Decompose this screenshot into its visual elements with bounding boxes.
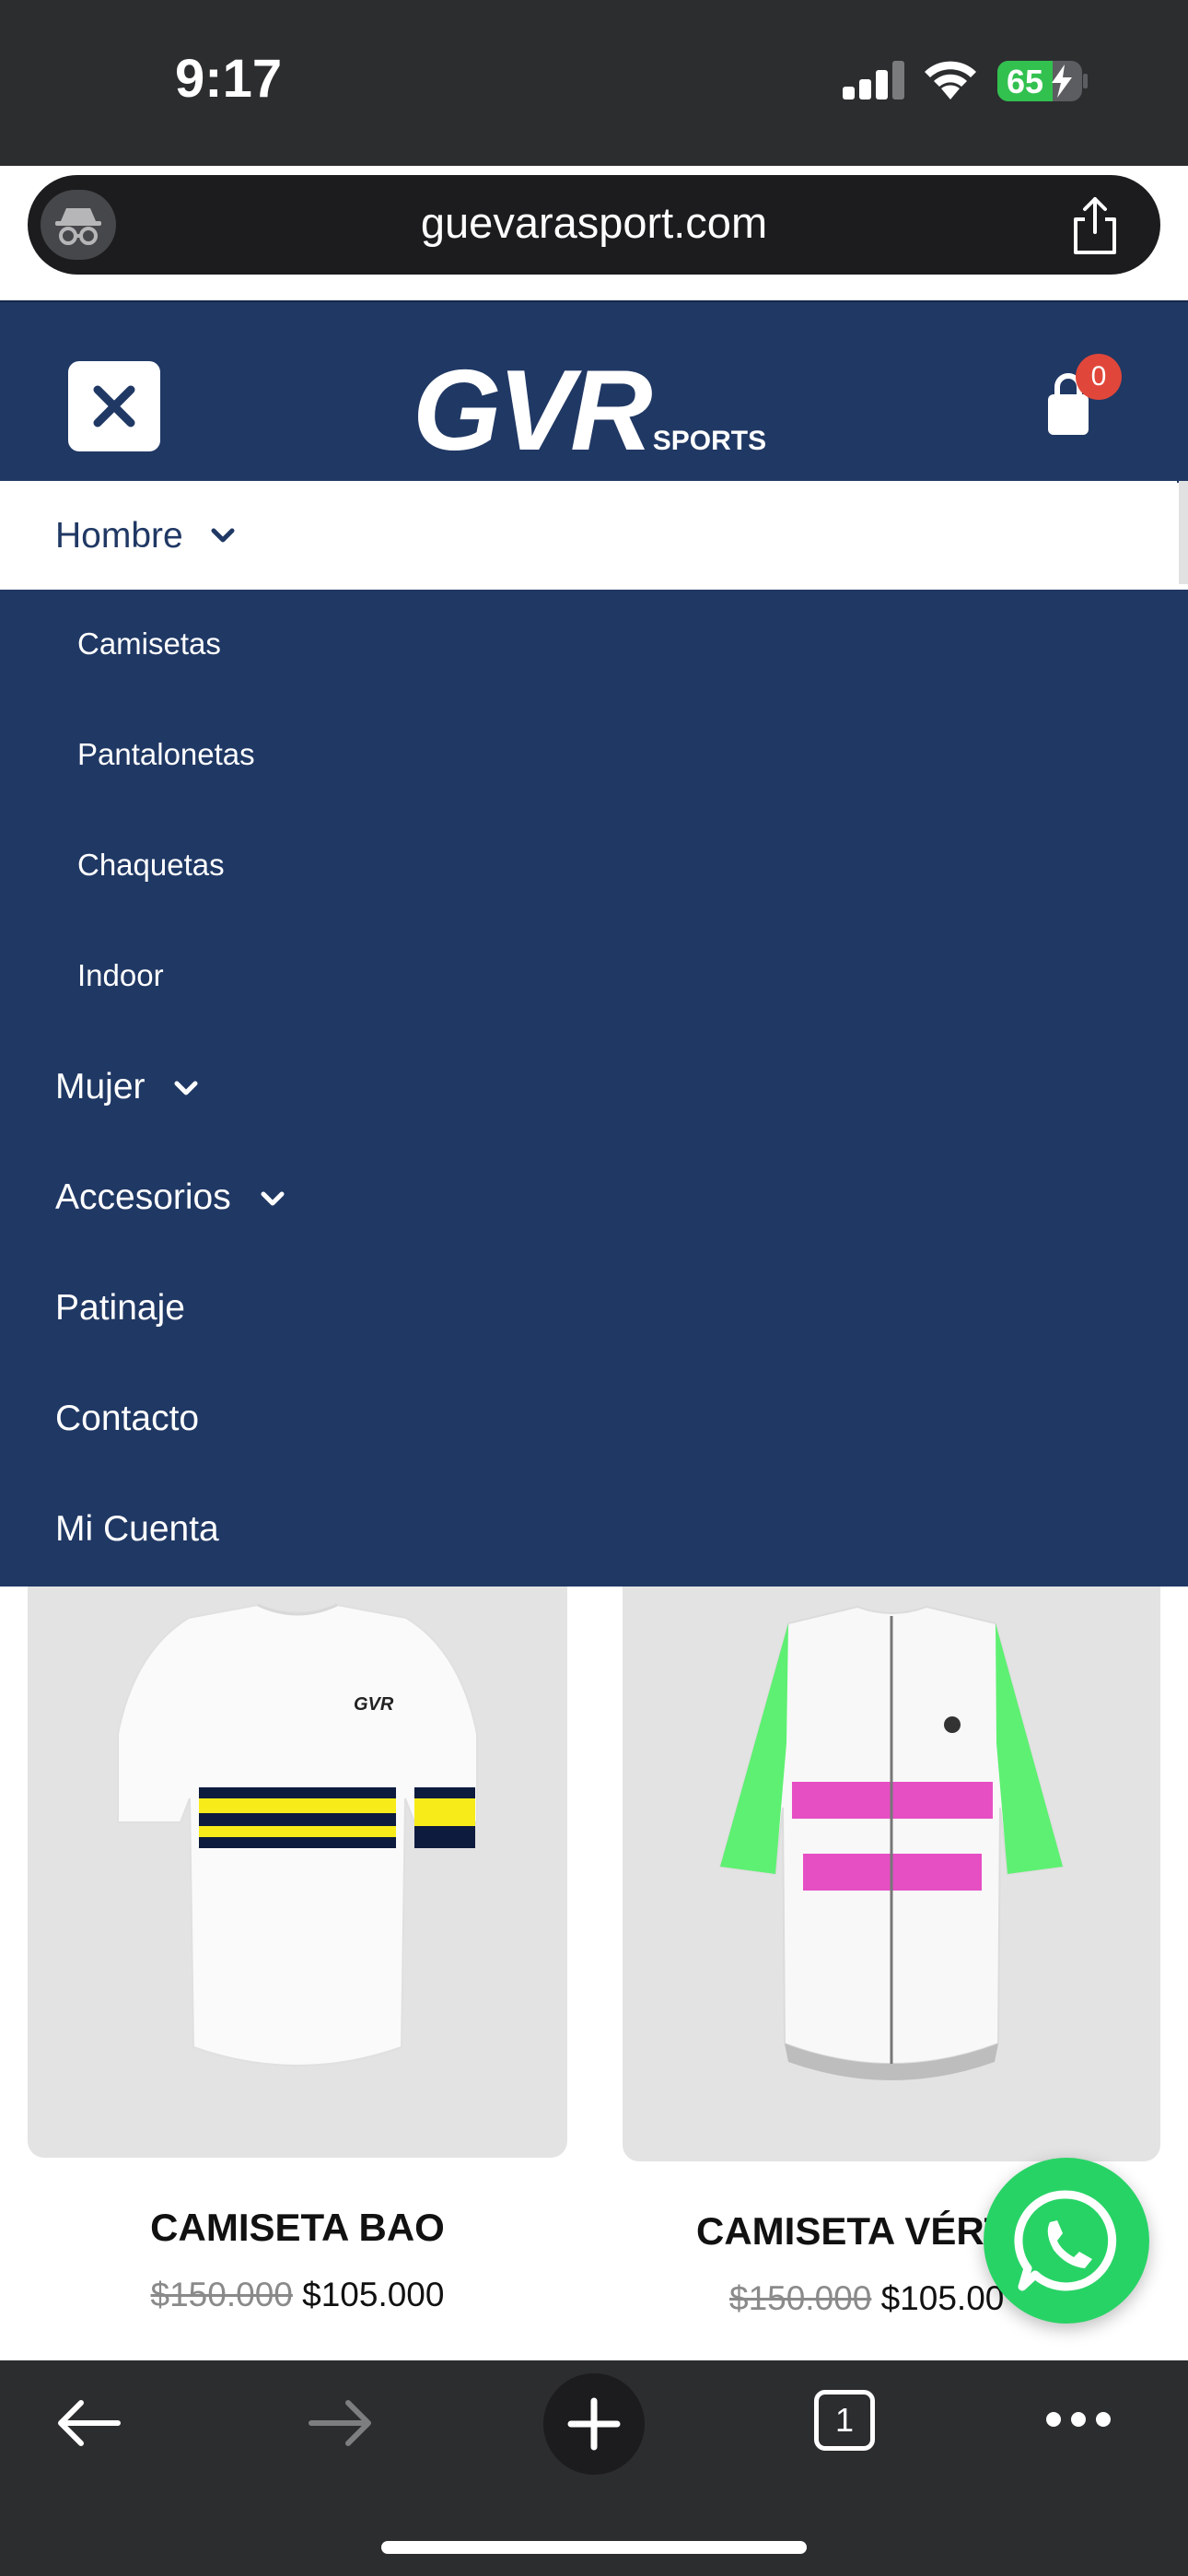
svg-text:GVR: GVR <box>354 1694 394 1715</box>
product-sale-price: $105.000 <box>302 2276 445 2313</box>
whatsapp-button[interactable] <box>984 2158 1149 2324</box>
submenu-item-pantalonetas[interactable]: Pantalonetas <box>77 737 255 772</box>
home-indicator <box>381 2541 807 2554</box>
menu-item-hombre-label: Hombre <box>55 516 183 556</box>
status-time: 9:17 <box>175 49 283 109</box>
logo-sub: SPORTS <box>652 426 767 456</box>
product-card-image[interactable] <box>623 1587 1160 2161</box>
plus-icon <box>567 2397 621 2451</box>
forward-arrow-icon[interactable] <box>306 2399 376 2447</box>
tabs-button[interactable]: 1 <box>814 2390 875 2451</box>
new-tab-button[interactable] <box>543 2373 645 2475</box>
submenu-item-indoor[interactable]: Indoor <box>77 958 164 993</box>
product-name[interactable]: CAMISETA BAO <box>28 2206 567 2250</box>
menu-item-mujer[interactable]: Mujer <box>55 1067 199 1107</box>
back-arrow-icon[interactable] <box>53 2399 123 2447</box>
jersey-image <box>718 1605 1065 2080</box>
signal-icon <box>843 59 904 100</box>
battery-percent: 65 <box>1007 63 1044 100</box>
more-icon[interactable] <box>1046 2412 1111 2427</box>
jersey-image: GVR <box>117 1603 478 2067</box>
cart-count-badge: 0 <box>1076 354 1122 400</box>
chevron-down-icon <box>211 528 235 543</box>
product-card-image[interactable]: GVR <box>28 1587 567 2158</box>
battery-cap <box>1083 74 1088 88</box>
product-old-price: $150.000 <box>150 2276 293 2313</box>
product-old-price: $150.000 <box>729 2279 872 2317</box>
tab-count: 1 <box>834 2401 855 2439</box>
submenu-item-chaquetas[interactable]: Chaquetas <box>77 848 225 883</box>
menu-item-patinaje[interactable]: Patinaje <box>55 1288 185 1329</box>
close-menu-button[interactable] <box>68 361 160 451</box>
menu-item-mujer-label: Mujer <box>55 1067 146 1107</box>
site-logo[interactable]: GVR SPORTS <box>413 354 766 468</box>
wifi-icon <box>925 61 976 100</box>
menu-item-mi-cuenta[interactable]: Mi Cuenta <box>55 1509 219 1550</box>
submenu-item-camisetas[interactable]: Camisetas <box>77 626 221 662</box>
menu-item-hombre[interactable]: Hombre <box>0 481 1177 590</box>
menu-item-contacto[interactable]: Contacto <box>55 1399 199 1439</box>
url-text[interactable]: guevarasport.com <box>0 197 1188 248</box>
product-price: $150.000 $105.00 <box>729 2279 1004 2318</box>
product-name[interactable]: CAMISETA VÉRT <box>696 2209 1007 2254</box>
close-icon <box>93 385 135 427</box>
menu-scrollbar[interactable] <box>1179 481 1188 584</box>
menu-item-accesorios[interactable]: Accesorios <box>55 1177 285 1218</box>
whatsapp-icon <box>1014 2190 1117 2291</box>
share-icon[interactable] <box>1061 192 1129 260</box>
chevron-down-icon <box>261 1191 285 1206</box>
menu-item-accesorios-label: Accesorios <box>55 1177 231 1217</box>
chevron-down-icon <box>174 1081 198 1095</box>
product-price: $150.000 $105.000 <box>28 2276 567 2314</box>
logo-text: GVR <box>413 347 653 474</box>
charging-bolt-icon <box>1052 64 1072 98</box>
